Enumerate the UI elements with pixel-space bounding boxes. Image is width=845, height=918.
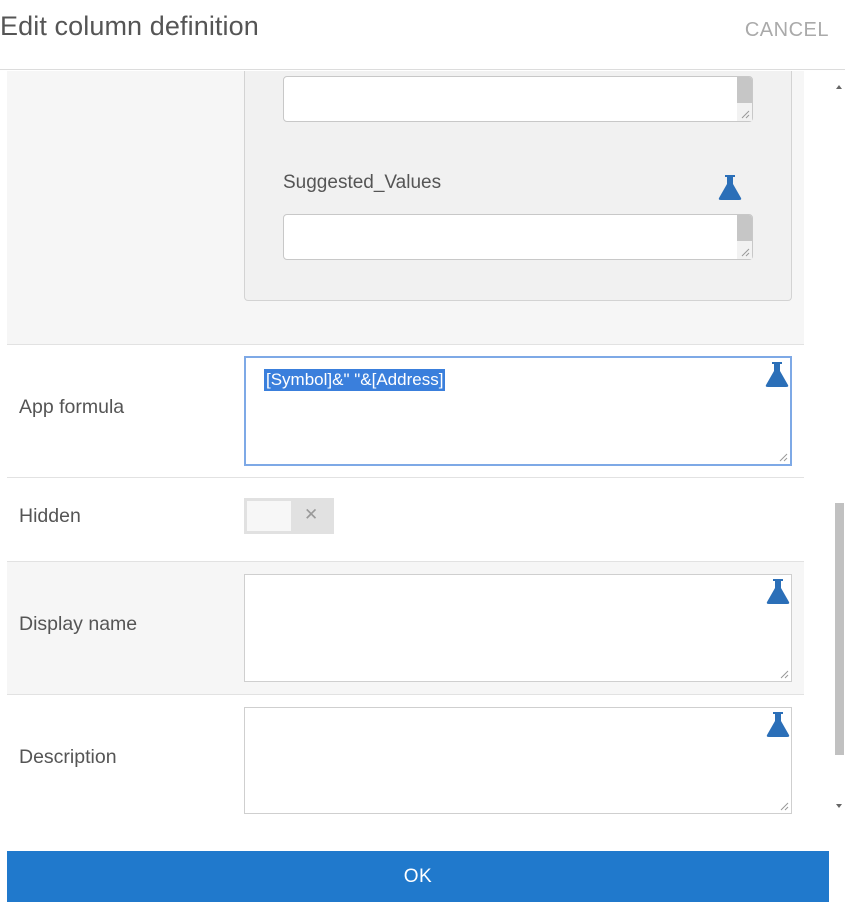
dialog-body[interactable]: Suggested_Values App formula [Symbol]&" … xyxy=(0,71,845,823)
textarea-scrollbar[interactable] xyxy=(737,77,752,103)
dialog-title: Edit column definition xyxy=(0,11,259,41)
scroll-up-icon[interactable] xyxy=(836,85,842,89)
hidden-toggle[interactable]: ✕ xyxy=(244,498,334,534)
flask-icon[interactable] xyxy=(717,173,743,201)
toggle-knob xyxy=(247,501,291,531)
textarea-resize-area xyxy=(737,103,752,121)
flask-icon[interactable] xyxy=(765,710,791,738)
suggested-values-input[interactable] xyxy=(283,214,753,260)
ok-button[interactable]: OK xyxy=(7,851,829,902)
resize-grip-icon[interactable] xyxy=(740,109,750,119)
cancel-button[interactable]: CANCEL xyxy=(745,19,829,42)
description-input[interactable] xyxy=(244,707,792,814)
dialog-header: Edit column definition CANCEL xyxy=(0,0,845,70)
nested-field-input[interactable] xyxy=(283,76,753,122)
textarea-resize-area xyxy=(737,241,752,259)
scrollbar-thumb[interactable] xyxy=(835,503,844,755)
scroll-down-icon[interactable] xyxy=(836,804,842,808)
app-formula-value: [Symbol]&" "&[Address] xyxy=(264,369,446,391)
dialog-scrollbar[interactable] xyxy=(833,71,845,823)
suggested-values-label: Suggested_Values xyxy=(283,172,442,193)
app-formula-label: App formula xyxy=(19,396,125,418)
nested-settings-panel: Suggested_Values xyxy=(244,71,792,301)
display-name-label: Display name xyxy=(19,613,138,635)
app-formula-row: App formula [Symbol]&" "&[Address] xyxy=(7,345,804,478)
flask-icon[interactable] xyxy=(765,577,791,605)
display-name-row: Display name xyxy=(7,562,804,695)
nested-settings-row: Suggested_Values xyxy=(7,71,804,345)
display-name-input[interactable] xyxy=(244,574,792,682)
description-row: Description xyxy=(7,695,804,823)
textarea-scrollbar[interactable] xyxy=(737,215,752,241)
resize-grip-icon[interactable] xyxy=(778,452,788,462)
resize-grip-icon[interactable] xyxy=(779,801,789,811)
flask-icon[interactable] xyxy=(764,360,790,388)
resize-grip-icon[interactable] xyxy=(779,669,789,679)
close-icon: ✕ xyxy=(304,505,319,524)
hidden-label: Hidden xyxy=(19,505,81,527)
resize-grip-icon[interactable] xyxy=(740,247,750,257)
dialog-footer: OK xyxy=(0,823,845,918)
app-formula-input[interactable]: [Symbol]&" "&[Address] xyxy=(244,356,792,466)
description-label: Description xyxy=(19,746,117,768)
hidden-row: Hidden ✕ xyxy=(7,478,804,562)
